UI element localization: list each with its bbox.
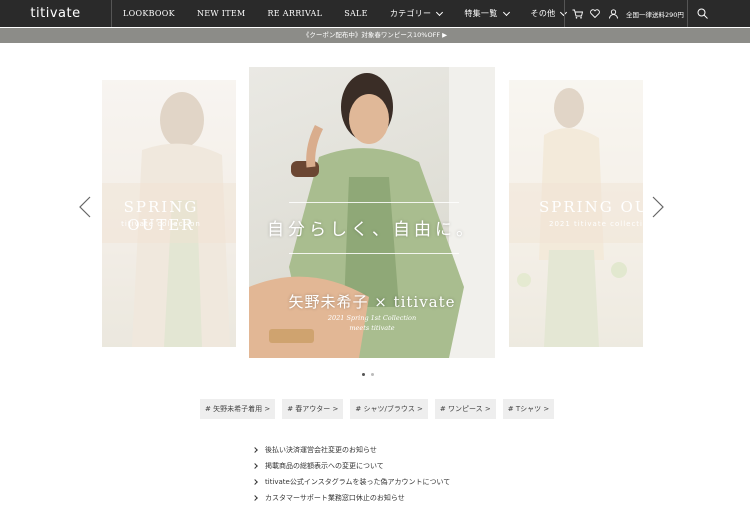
- chevron-down-icon: [436, 8, 444, 16]
- carousel-prev-button[interactable]: [79, 196, 91, 218]
- carousel-next-button[interactable]: [652, 196, 664, 218]
- tag-onepiece[interactable]: # ワンピース >: [434, 399, 496, 419]
- banner-text: 《クーポン配布中》対象春ワンピース10%OFF ▶: [302, 31, 448, 39]
- main-nav: LOOKBOOK NEW ITEM RE ARRIVAL SALE カテゴリー …: [112, 0, 577, 27]
- news-text: 後払い決済運営会社変更のお知らせ: [265, 446, 377, 454]
- news-item[interactable]: 掲載商品の総額表示への変更について: [252, 458, 450, 474]
- slide-subtitle: 2021 Spring 1st Collection: [327, 314, 417, 322]
- site-header: titivate LOOKBOOK NEW ITEM RE ARRIVAL SA…: [0, 0, 750, 27]
- chevron-right-icon: [252, 479, 258, 485]
- divider-line: [289, 202, 459, 203]
- heart-icon[interactable]: [588, 7, 602, 21]
- nav-label: その他: [530, 9, 556, 18]
- news-text: titivate公式インスタグラムを装った偽アカウントについて: [265, 478, 451, 486]
- news-item[interactable]: titivate公式インスタグラムを装った偽アカウントについて: [252, 474, 451, 490]
- tag-shirt-blouse[interactable]: # シャツ/ブラウス >: [350, 399, 428, 419]
- divider-line: [289, 253, 459, 254]
- carousel-slide-right[interactable]: SPRING OUTER 2021 titivate collection: [509, 80, 643, 347]
- slide-subtitle: 2021 titivate collection: [549, 220, 643, 228]
- search-button[interactable]: [688, 0, 716, 27]
- user-icon[interactable]: [606, 7, 620, 21]
- carousel-dot-1[interactable]: [362, 373, 365, 376]
- news-list: 後払い決済運営会社変更のお知らせ 掲載商品の総額表示への変更について titiv…: [252, 442, 451, 506]
- cart-icon[interactable]: [570, 7, 584, 21]
- nav-label: 特集一覧: [464, 9, 498, 18]
- nav-label: RE ARRIVAL: [267, 9, 323, 18]
- nav-label: NEW ITEM: [196, 9, 246, 18]
- tag-tshirt[interactable]: # Tシャツ >: [502, 399, 555, 419]
- nav-label: SALE: [344, 9, 368, 18]
- search-icon: [697, 8, 708, 19]
- slide-title: SPRING OUTER: [123, 198, 199, 234]
- carousel-dots: [362, 373, 374, 376]
- slide-headline: 自分らしく、自由に。: [267, 220, 477, 240]
- carousel-slide-left[interactable]: SPRING OUTER titivate collection: [102, 80, 236, 347]
- carousel-dot-2[interactable]: [371, 373, 374, 376]
- chevron-down-icon: [502, 8, 510, 16]
- chevron-right-icon: [252, 447, 258, 453]
- news-item[interactable]: 後払い決済運営会社変更のお知らせ: [252, 442, 450, 458]
- slide-title: 矢野未希子 × titivate: [288, 293, 456, 311]
- divider: [564, 0, 565, 27]
- utility-bar: 全国一律送料290円: [566, 0, 684, 27]
- nav-sale[interactable]: SALE: [333, 0, 379, 27]
- chevron-left-icon: [79, 196, 91, 218]
- coupon-banner[interactable]: 《クーポン配布中》対象春ワンピース10%OFF ▶: [0, 28, 750, 43]
- nav-category[interactable]: カテゴリー: [379, 0, 454, 27]
- nav-label: カテゴリー: [389, 9, 432, 18]
- tag-list: # 矢野未希子着用 > # 春アウター > # シャツ/ブラウス > # ワンピ…: [200, 399, 555, 419]
- news-item[interactable]: カスタマーサポート業務窓口休止のお知らせ: [252, 490, 450, 506]
- chevron-right-icon: [652, 196, 664, 218]
- chevron-right-icon: [252, 463, 258, 469]
- nav-new-item[interactable]: NEW ITEM: [186, 0, 257, 27]
- nav-label: LOOKBOOK: [123, 9, 175, 18]
- nav-lookbook[interactable]: LOOKBOOK: [112, 0, 186, 27]
- slide-subtitle: meets titivate: [349, 324, 395, 332]
- news-text: 掲載商品の総額表示への変更について: [265, 462, 384, 470]
- tag-spring-outer[interactable]: # 春アウター >: [282, 399, 344, 419]
- shipping-notice: 全国一律送料290円: [626, 10, 684, 19]
- site-logo[interactable]: titivate: [0, 0, 112, 27]
- tag-yano-mikiko[interactable]: # 矢野未希子着用 >: [200, 399, 276, 419]
- nav-features[interactable]: 特集一覧: [453, 0, 519, 27]
- slide-subtitle: titivate collection: [121, 220, 201, 228]
- slide-title: SPRING OUTER: [539, 198, 643, 216]
- news-text: カスタマーサポート業務窓口休止のお知らせ: [265, 494, 405, 502]
- carousel-slide-center[interactable]: 自分らしく、自由に。 矢野未希子 × titivate 2021 Spring …: [249, 67, 495, 358]
- nav-re-arrival[interactable]: RE ARRIVAL: [256, 0, 333, 27]
